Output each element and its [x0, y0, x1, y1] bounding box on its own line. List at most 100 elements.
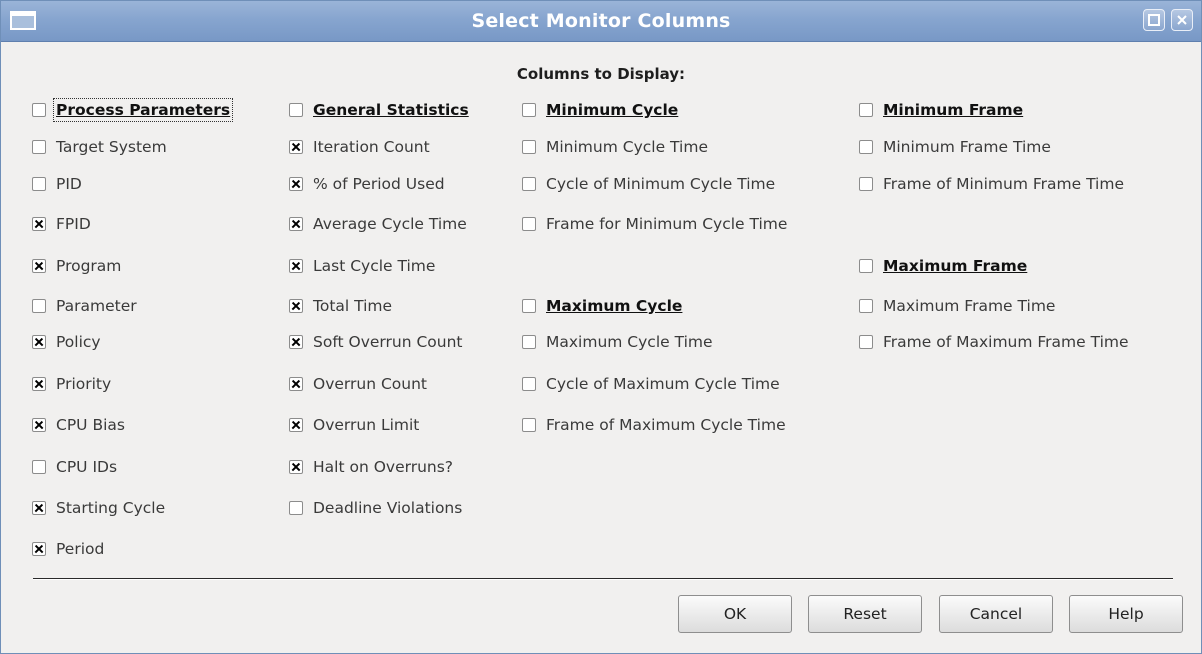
checkbox-label: FPID [56, 215, 91, 233]
checkbox-label: % of Period Used [313, 175, 445, 193]
checkbox-unchecked-icon[interactable] [32, 177, 46, 191]
checkbox-unchecked-icon[interactable] [32, 103, 46, 117]
checkbox-unchecked-icon[interactable] [32, 140, 46, 154]
checkbox-checked-icon[interactable] [289, 217, 303, 231]
checkbox-minimum-cycle-time[interactable]: Minimum Cycle Time [522, 136, 708, 158]
checkbox-process-parameters[interactable]: Process Parameters [32, 98, 234, 122]
checkbox-label: Process Parameters [52, 98, 234, 122]
checkbox-label: General Statistics [313, 101, 469, 119]
checkbox-cycle-of-minimum-cycle-time[interactable]: Cycle of Minimum Cycle Time [522, 173, 775, 195]
checkbox-checked-icon[interactable] [289, 418, 303, 432]
checkbox-checked-icon[interactable] [289, 177, 303, 191]
checkbox-cpu-bias[interactable]: CPU Bias [32, 414, 125, 436]
help-button[interactable]: Help [1069, 595, 1183, 633]
checkbox-period[interactable]: Period [32, 538, 104, 560]
checkbox-soft-overrun-count[interactable]: Soft Overrun Count [289, 331, 463, 353]
checkbox-checked-icon[interactable] [289, 460, 303, 474]
checkbox-unchecked-icon[interactable] [859, 335, 873, 349]
checkbox-last-cycle-time[interactable]: Last Cycle Time [289, 255, 435, 277]
checkbox-halt-on-overruns[interactable]: Halt on Overruns? [289, 456, 453, 478]
checkbox-label: Deadline Violations [313, 499, 463, 517]
checkbox-label: Iteration Count [313, 138, 430, 156]
checkbox-maximum-cycle[interactable]: Maximum Cycle [522, 295, 682, 317]
reset-button[interactable]: Reset [808, 595, 922, 633]
checkbox-checked-icon[interactable] [32, 501, 46, 515]
checkbox-unchecked-icon[interactable] [289, 501, 303, 515]
checkbox-checked-icon[interactable] [32, 259, 46, 273]
maximize-button[interactable] [1143, 9, 1165, 31]
checkbox-label: Frame of Minimum Frame Time [883, 175, 1124, 193]
checkbox-iteration-count[interactable]: Iteration Count [289, 136, 430, 158]
checkbox-deadline-violations[interactable]: Deadline Violations [289, 497, 462, 519]
checkbox-policy[interactable]: Policy [32, 331, 101, 353]
checkbox-maximum-frame-time[interactable]: Maximum Frame Time [859, 295, 1055, 317]
columns-to-display-heading: Columns to Display: [516, 65, 686, 83]
checkbox-label: CPU IDs [56, 458, 118, 476]
checkbox-unchecked-icon[interactable] [522, 177, 536, 191]
checkbox-frame-for-minimum-cycle-time[interactable]: Frame for Minimum Cycle Time [522, 213, 787, 235]
checkbox-maximum-frame[interactable]: Maximum Frame [859, 255, 1027, 277]
checkbox-unchecked-icon[interactable] [859, 299, 873, 313]
checkbox-overrun-count[interactable]: Overrun Count [289, 373, 427, 395]
checkbox-unchecked-icon[interactable] [522, 335, 536, 349]
checkbox-unchecked-icon[interactable] [32, 460, 46, 474]
checkbox-checked-icon[interactable] [289, 299, 303, 313]
checkbox-unchecked-icon[interactable] [859, 103, 873, 117]
ok-button[interactable]: OK [678, 595, 792, 633]
checkbox-label: Overrun Limit [313, 416, 420, 434]
checkbox-unchecked-icon[interactable] [522, 140, 536, 154]
checkbox-checked-icon[interactable] [32, 335, 46, 349]
checkbox-label: Last Cycle Time [313, 257, 436, 275]
checkbox-unchecked-icon[interactable] [859, 177, 873, 191]
checkbox-cycle-of-maximum-cycle-time[interactable]: Cycle of Maximum Cycle Time [522, 373, 780, 395]
checkbox-starting-cycle[interactable]: Starting Cycle [32, 497, 165, 519]
checkbox-fpid[interactable]: FPID [32, 213, 91, 235]
checkbox-general-statistics[interactable]: General Statistics [289, 99, 469, 121]
checkbox-maximum-cycle-time[interactable]: Maximum Cycle Time [522, 331, 713, 353]
checkbox-checked-icon[interactable] [289, 140, 303, 154]
checkbox-priority[interactable]: Priority [32, 373, 111, 395]
checkbox-checked-icon[interactable] [289, 335, 303, 349]
checkbox-frame-of-minimum-frame-time[interactable]: Frame of Minimum Frame Time [859, 173, 1124, 195]
checkbox-frame-of-maximum-frame-time[interactable]: Frame of Maximum Frame Time [859, 331, 1129, 353]
checkbox-minimum-frame[interactable]: Minimum Frame [859, 99, 1023, 121]
close-button[interactable] [1171, 9, 1193, 31]
checkbox-minimum-frame-time[interactable]: Minimum Frame Time [859, 136, 1051, 158]
checkbox-checked-icon[interactable] [32, 377, 46, 391]
cancel-button[interactable]: Cancel [939, 595, 1053, 633]
checkbox-parameter[interactable]: Parameter [32, 295, 137, 317]
checkbox-checked-icon[interactable] [289, 377, 303, 391]
checkbox-total-time[interactable]: Total Time [289, 295, 392, 317]
checkbox-minimum-cycle[interactable]: Minimum Cycle [522, 99, 678, 121]
checkbox-checked-icon[interactable] [32, 217, 46, 231]
checkbox-label: Maximum Frame Time [883, 297, 1056, 315]
checkbox-cpu-ids[interactable]: CPU IDs [32, 456, 117, 478]
checkbox-frame-of-maximum-cycle-time[interactable]: Frame of Maximum Cycle Time [522, 414, 786, 436]
checkbox-label: Total Time [313, 297, 393, 315]
checkbox-unchecked-icon[interactable] [522, 103, 536, 117]
checkbox-checked-icon[interactable] [289, 259, 303, 273]
checkbox-unchecked-icon[interactable] [859, 140, 873, 154]
checkbox-label: Maximum Cycle Time [546, 333, 713, 351]
checkbox-label: Starting Cycle [56, 499, 166, 517]
checkbox-pid[interactable]: PID [32, 173, 82, 195]
checkbox-label: Minimum Cycle [546, 101, 679, 119]
checkbox-unchecked-icon[interactable] [289, 103, 303, 117]
checkbox-unchecked-icon[interactable] [522, 217, 536, 231]
checkbox-label: Soft Overrun Count [313, 333, 463, 351]
title-bar[interactable]: Select Monitor Columns [1, 1, 1201, 42]
checkbox-label: Policy [56, 333, 101, 351]
checkbox-of-period-used[interactable]: % of Period Used [289, 173, 445, 195]
checkbox-average-cycle-time[interactable]: Average Cycle Time [289, 213, 467, 235]
checkbox-unchecked-icon[interactable] [859, 259, 873, 273]
checkbox-unchecked-icon[interactable] [32, 299, 46, 313]
checkbox-program[interactable]: Program [32, 255, 121, 277]
checkbox-label: Maximum Cycle [546, 297, 683, 315]
checkbox-checked-icon[interactable] [32, 418, 46, 432]
checkbox-overrun-limit[interactable]: Overrun Limit [289, 414, 419, 436]
checkbox-unchecked-icon[interactable] [522, 377, 536, 391]
checkbox-target-system[interactable]: Target System [32, 136, 167, 158]
checkbox-checked-icon[interactable] [32, 542, 46, 556]
checkbox-unchecked-icon[interactable] [522, 299, 536, 313]
checkbox-unchecked-icon[interactable] [522, 418, 536, 432]
